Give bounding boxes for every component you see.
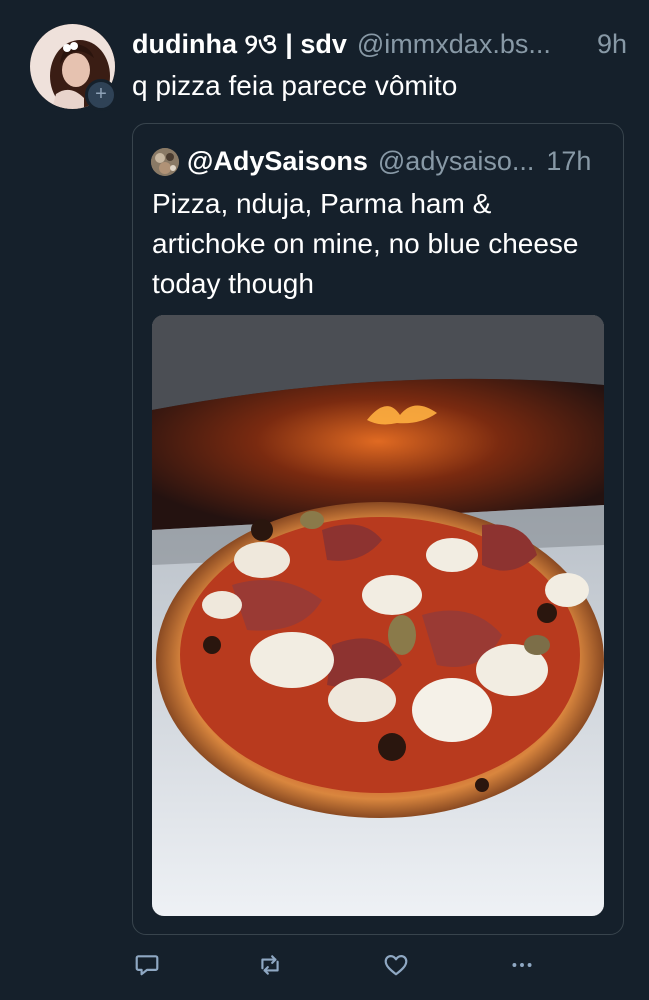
retweet-button[interactable] <box>255 950 285 980</box>
quote-user-handle: @adysaiso... <box>377 146 535 176</box>
more-icon <box>512 963 532 967</box>
heart-icon <box>384 955 408 976</box>
reply-button[interactable] <box>132 950 162 980</box>
user-handle[interactable]: @immxdax.bs... <box>357 29 551 60</box>
quote-text: Pizza, nduja, Parma ham & artichoke on m… <box>152 188 579 299</box>
like-button[interactable] <box>381 950 411 980</box>
tweet-text: q pizza feia parece vômito <box>132 70 458 101</box>
tweet[interactable]: + dudinha ୨ও | sdv @immxdax.bs... 9h q p… <box>0 0 649 1000</box>
quote-avatar <box>151 147 179 176</box>
quote-display-name: @AdySaisons <box>187 146 368 176</box>
follow-plus-icon[interactable]: + <box>85 79 117 111</box>
pizza-photo[interactable] <box>152 315 604 916</box>
display-name[interactable]: dudinha ୨ও | sdv <box>132 24 347 69</box>
timestamp[interactable]: 9h <box>583 29 627 60</box>
quote-timestamp: 17h <box>546 146 592 176</box>
avatar-container[interactable]: + <box>30 24 117 111</box>
more-button[interactable] <box>507 950 537 980</box>
tweet-actions <box>132 950 532 986</box>
reply-icon <box>135 955 159 976</box>
quote-header: @AdySaisons @adysaiso... 17h <box>151 146 605 177</box>
tweet-header: dudinha ୨ও | sdv @immxdax.bs... 9h <box>132 24 627 60</box>
quote-tweet[interactable]: @AdySaisons @adysaiso... 17h Pizza, nduj… <box>132 123 624 935</box>
retweet-icon <box>261 955 279 975</box>
